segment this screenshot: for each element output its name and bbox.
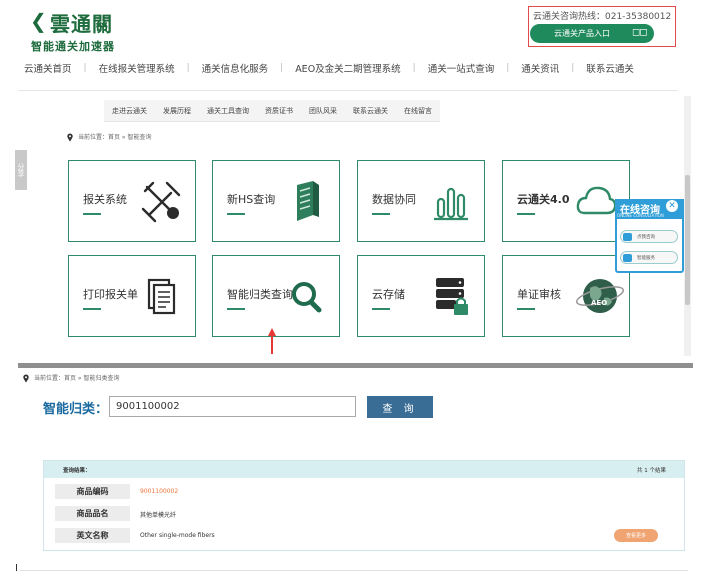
tile-cloud-customs[interactable]: 云通关4.0 xyxy=(502,160,630,242)
consult-subtitle: ONLINE CONSULTATION xyxy=(617,213,664,218)
result-label: 查询结果： xyxy=(63,468,91,474)
nav-divider: | xyxy=(186,63,190,73)
tile-label: 智能归类查询 xyxy=(227,288,293,301)
nav-item-aeo[interactable]: AEO及金关二期管理系统 xyxy=(295,61,400,75)
nav-divider: | xyxy=(506,63,510,73)
nav-item-home[interactable]: 云通关首页 xyxy=(24,61,72,75)
tile-smart-classification[interactable]: 智能归类查询 xyxy=(212,255,340,337)
tile-new-hs-query[interactable]: 新HS查询 xyxy=(212,160,340,242)
nav-item-one-stop[interactable]: 通关一站式查询 xyxy=(428,61,495,75)
query-button[interactable]: 查 询 xyxy=(367,396,433,418)
result-row-name: 商品品名 其他单模光纤 xyxy=(55,506,675,521)
nav-item-news[interactable]: 通关资讯 xyxy=(521,61,559,75)
subnav-item-team[interactable]: 团队风采 xyxy=(301,100,345,121)
view-more-button[interactable]: 查看更多 xyxy=(614,529,658,542)
server-lock-icon xyxy=(436,278,468,315)
result-row-english: 英文名称 Other single-mode fibers xyxy=(55,528,675,543)
subnav-item-about[interactable]: 走进云通关 xyxy=(104,100,155,121)
nav-divider: | xyxy=(280,63,284,73)
tile-underline xyxy=(372,213,390,215)
tile-label: 新HS查询 xyxy=(227,193,276,206)
location-pin-icon xyxy=(23,374,29,383)
tile-label: 云存储 xyxy=(372,288,405,301)
scrollbar-thumb[interactable] xyxy=(685,175,690,305)
brand-name[interactable]: 雲通關 xyxy=(50,8,113,37)
tile-underline xyxy=(83,308,101,310)
consult-chat-button[interactable]: 点我咨询 xyxy=(620,230,678,243)
result-row-key: 英文名称 xyxy=(55,528,130,543)
magnifier-icon xyxy=(292,282,322,313)
nav-divider: | xyxy=(571,63,575,73)
consult-btn2-label: 智能服务 xyxy=(637,255,655,261)
result-row-value: Other single-mode fibers xyxy=(140,532,215,539)
consult-close-icon[interactable]: ✕ xyxy=(666,200,678,212)
tile-underline xyxy=(517,213,535,215)
result-row-key: 商品品名 xyxy=(55,506,130,521)
smart-classification-label: 智能归类： xyxy=(43,402,109,417)
breadcrumb-bottom-text: 当前位置：首页 » 智能归类查询 xyxy=(34,375,120,382)
tile-label: 数据协同 xyxy=(372,193,416,206)
result-count: 共 1 个结果 xyxy=(637,468,666,474)
result-panel-header xyxy=(44,461,684,478)
subnav-item-contact[interactable]: 联系云通关 xyxy=(345,100,396,121)
subnav-item-certificates[interactable]: 资质证书 xyxy=(257,100,301,121)
book-icon xyxy=(297,181,319,221)
tile-print-declaration[interactable]: 打印报关单 xyxy=(68,255,196,337)
result-row-value: 其他单模光纤 xyxy=(140,512,177,519)
breadcrumb-top: 当前位置：首页 » 智能查询 xyxy=(66,132,152,142)
hotline-text: 云通关咨询热线：021-35380012 xyxy=(533,12,672,22)
svg-text:AEO: AEO xyxy=(591,299,607,307)
product-entry-label: 云通关产品入口 xyxy=(554,29,610,38)
nav-item-declaration[interactable]: 在线报关管理系统 xyxy=(99,61,175,75)
tile-underline xyxy=(227,308,245,310)
consult-btn1-label: 点我咨询 xyxy=(637,234,655,240)
result-row-key: 商品编码 xyxy=(55,484,130,499)
breadcrumb-top-text: 当前位置：首页 » 智能查询 xyxy=(78,134,152,141)
location-pin-icon xyxy=(67,133,73,142)
frame-divider xyxy=(18,90,678,91)
chat-bubble-icon xyxy=(623,233,632,241)
tile-cloud-storage[interactable]: 云存储 xyxy=(357,255,485,337)
tile-document-review[interactable]: 单证审核 AEO xyxy=(502,255,630,337)
annotation-arrow-icon xyxy=(268,328,276,354)
brand-tagline: 智能通关加速器 xyxy=(31,40,115,53)
sub-nav: 走进云通关 发展历程 通关工具查询 资质证书 团队风采 联系云通关 在线留言 xyxy=(104,100,440,122)
subnav-item-tools[interactable]: 通关工具查询 xyxy=(199,100,257,121)
hs-code-search-input[interactable] xyxy=(109,396,356,417)
nav-divider: | xyxy=(83,63,87,73)
tile-label: 云通关4.0 xyxy=(517,193,570,206)
screenshot-divider xyxy=(18,363,693,368)
tile-underline xyxy=(372,308,390,310)
chat-bubble-icon xyxy=(623,254,632,262)
tile-underline xyxy=(227,213,245,215)
cloud-icon xyxy=(576,186,617,215)
subnav-item-message[interactable]: 在线留言 xyxy=(396,100,440,121)
tile-underline xyxy=(83,213,101,215)
result-row-code: 商品编码 9001100002 xyxy=(55,484,675,499)
tile-label: 打印报关单 xyxy=(83,288,138,301)
consult-smart-button[interactable]: 智能服务 xyxy=(620,251,678,264)
product-entry-button[interactable]: 云通关产品入口 ◻◻ xyxy=(530,24,654,43)
documents-icon xyxy=(147,278,176,315)
text-cursor xyxy=(16,564,17,571)
subnav-item-history[interactable]: 发展历程 xyxy=(155,100,199,121)
main-nav: 云通关首页 | 在线报关管理系统 | 通关信息化服务 | AEO及金关二期管理系统 | … xyxy=(0,59,711,77)
nav-item-contact[interactable]: 联系云通关 xyxy=(586,61,634,75)
tile-declaration-system[interactable]: 报关系统 xyxy=(68,160,196,242)
nav-divider: | xyxy=(412,63,416,73)
tile-label: 单证审核 xyxy=(517,288,561,301)
nav-item-info-service[interactable]: 通关信息化服务 xyxy=(202,61,269,75)
logo-mark-icon: ❮ xyxy=(30,9,47,33)
grid-icon: ◻◻ xyxy=(632,27,648,38)
share-tab[interactable]: 分享 xyxy=(15,150,27,190)
aeo-globe-icon: AEO xyxy=(575,279,625,313)
bar-chart-icon xyxy=(434,187,468,221)
result-row-value[interactable]: 9001100002 xyxy=(140,488,178,495)
breadcrumb-bottom: 当前位置：首页 » 智能归类查询 xyxy=(22,373,120,383)
tile-data-collaboration[interactable]: 数据协同 xyxy=(357,160,485,242)
satellite-icon xyxy=(141,181,181,223)
tile-label: 报关系统 xyxy=(83,193,127,206)
tile-underline xyxy=(517,308,535,310)
bottom-divider xyxy=(20,570,688,571)
